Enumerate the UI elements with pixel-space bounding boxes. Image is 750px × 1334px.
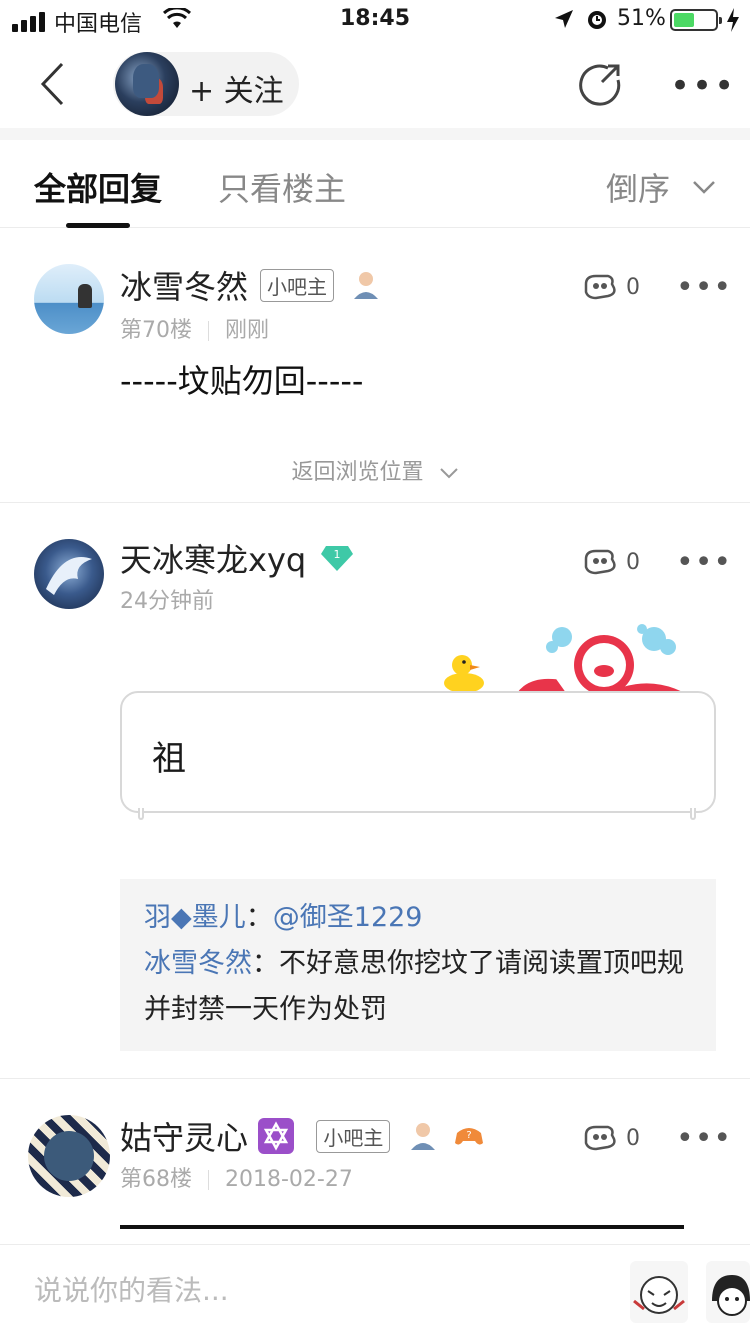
- battery-icon: [670, 9, 722, 31]
- separator-line: [120, 1225, 684, 1229]
- svg-text:?: ?: [466, 1130, 471, 1141]
- like-count: 0: [626, 1125, 640, 1151]
- post-time: 24分钟前: [120, 589, 214, 614]
- post-more-icon[interactable]: •••: [676, 270, 732, 305]
- svg-text:1: 1: [334, 548, 341, 561]
- post-content: 祖: [152, 739, 186, 779]
- alarm-icon: [588, 11, 606, 29]
- username[interactable]: 天冰寒龙xyq 1: [120, 535, 354, 581]
- status-bar: 中国电信 18:45 51%: [0, 0, 750, 40]
- chevron-down-icon: [439, 468, 458, 479]
- username-text: 天冰寒龙xyq: [120, 541, 307, 579]
- thumbs-up-icon: [584, 1125, 616, 1151]
- post-content: -----坟贴勿回-----: [120, 362, 364, 400]
- dragon-image: [46, 557, 92, 595]
- sub-reply: 冰雪冬然：不好意思你挖坟了请阅读置顶吧规并封禁一天作为处罚: [144, 948, 684, 1025]
- share-icon[interactable]: [578, 62, 622, 106]
- follow-label: + 关注: [189, 74, 284, 109]
- level-badge-icon: 1: [321, 546, 354, 571]
- thumbs-up-icon: [584, 274, 616, 300]
- avatar: [115, 52, 179, 116]
- sub-reply-author[interactable]: 冰雪冬然: [144, 948, 252, 979]
- sticker-button[interactable]: [706, 1261, 750, 1323]
- location-icon: [555, 10, 573, 28]
- battery-percent: 51%: [617, 6, 666, 31]
- username-text: 姑守灵心: [120, 1119, 249, 1157]
- tab-all-replies[interactable]: 全部回复: [34, 164, 162, 210]
- sticker-face-icon: [712, 1275, 750, 1316]
- post-more-icon[interactable]: •••: [676, 545, 732, 580]
- chevron-down-icon: [693, 181, 715, 194]
- post-time: 刚刚: [225, 318, 270, 343]
- like-button[interactable]: 0: [582, 547, 640, 577]
- avatar[interactable]: [34, 264, 104, 334]
- floor-number: 第70楼: [120, 318, 192, 343]
- nav-bar: + 关注 •••: [0, 40, 750, 128]
- post-item: 冰雪冬然 小吧主 第70楼 刚刚 0 ••• -----坟贴勿回----- 返回浏览…: [0, 228, 750, 502]
- star-of-david-icon: [258, 1118, 295, 1154]
- post-more-icon[interactable]: •••: [676, 1121, 732, 1156]
- tab-owner-only[interactable]: 只看楼主: [218, 164, 346, 210]
- sort-label: 倒序: [605, 170, 670, 208]
- username[interactable]: 姑守灵心 小吧主 ?: [120, 1113, 485, 1159]
- bubble-leg: [690, 808, 696, 820]
- back-icon[interactable]: [38, 62, 68, 106]
- sub-reply-author[interactable]: 羽◆墨儿: [144, 902, 246, 933]
- post-meta: 第68楼 2018-02-27: [120, 1161, 353, 1193]
- user-role-icon: [410, 1123, 435, 1150]
- return-position-label: 返回浏览位置: [291, 460, 424, 485]
- user-role-icon: [354, 272, 379, 299]
- more-icon[interactable]: •••: [670, 66, 736, 106]
- message-bubble: 祖: [120, 691, 716, 813]
- like-count: 0: [626, 549, 640, 575]
- avatar[interactable]: [34, 539, 104, 609]
- post-time: 2018-02-27: [225, 1167, 353, 1192]
- mention-link[interactable]: @御圣1229: [273, 902, 423, 933]
- comment-bar: 说说你的看法...: [0, 1244, 750, 1334]
- avatar[interactable]: [28, 1115, 110, 1197]
- bubble-leg: [138, 808, 144, 820]
- sub-reply: 羽◆墨儿：@御圣1229: [144, 902, 423, 933]
- gamepad-icon: ?: [454, 1128, 483, 1145]
- like-count: 0: [626, 274, 640, 300]
- thumbs-up-icon: [584, 549, 616, 575]
- charging-icon: [727, 8, 739, 32]
- post-item: 天冰寒龙xyq 1 24分钟前 0 ••• 祖 羽◆墨儿：@御圣1229 冰雪冬…: [0, 503, 750, 1078]
- like-button[interactable]: 0: [582, 272, 640, 302]
- post-meta: 第70楼 刚刚: [120, 312, 269, 344]
- sticker-face-icon: [633, 1276, 685, 1314]
- divider: [0, 128, 750, 140]
- sort-dropdown[interactable]: 倒序: [606, 164, 716, 210]
- return-position-link[interactable]: 返回浏览位置: [0, 454, 750, 486]
- admin-badge: 小吧主: [316, 1119, 391, 1153]
- admin-badge: 小吧主: [260, 268, 335, 302]
- post-item: 姑守灵心 小吧主 ? 第68楼 2018-02-27 0 •••: [0, 1079, 750, 1244]
- floor-number: 第68楼: [120, 1167, 192, 1192]
- reply-tabs: 全部回复 只看楼主 倒序: [0, 140, 750, 228]
- username-text: 冰雪冬然: [120, 268, 249, 306]
- duck-icon: [444, 655, 484, 693]
- sticker-button[interactable]: [630, 1261, 688, 1323]
- sub-replies[interactable]: 羽◆墨儿：@御圣1229 冰雪冬然：不好意思你挖坟了请阅读置顶吧规并封禁一天作为…: [120, 879, 716, 1051]
- username[interactable]: 冰雪冬然 小吧主: [120, 262, 380, 308]
- comment-input[interactable]: 说说你的看法...: [34, 1269, 229, 1309]
- like-button[interactable]: 0: [582, 1123, 640, 1153]
- follow-button[interactable]: + 关注: [113, 52, 299, 116]
